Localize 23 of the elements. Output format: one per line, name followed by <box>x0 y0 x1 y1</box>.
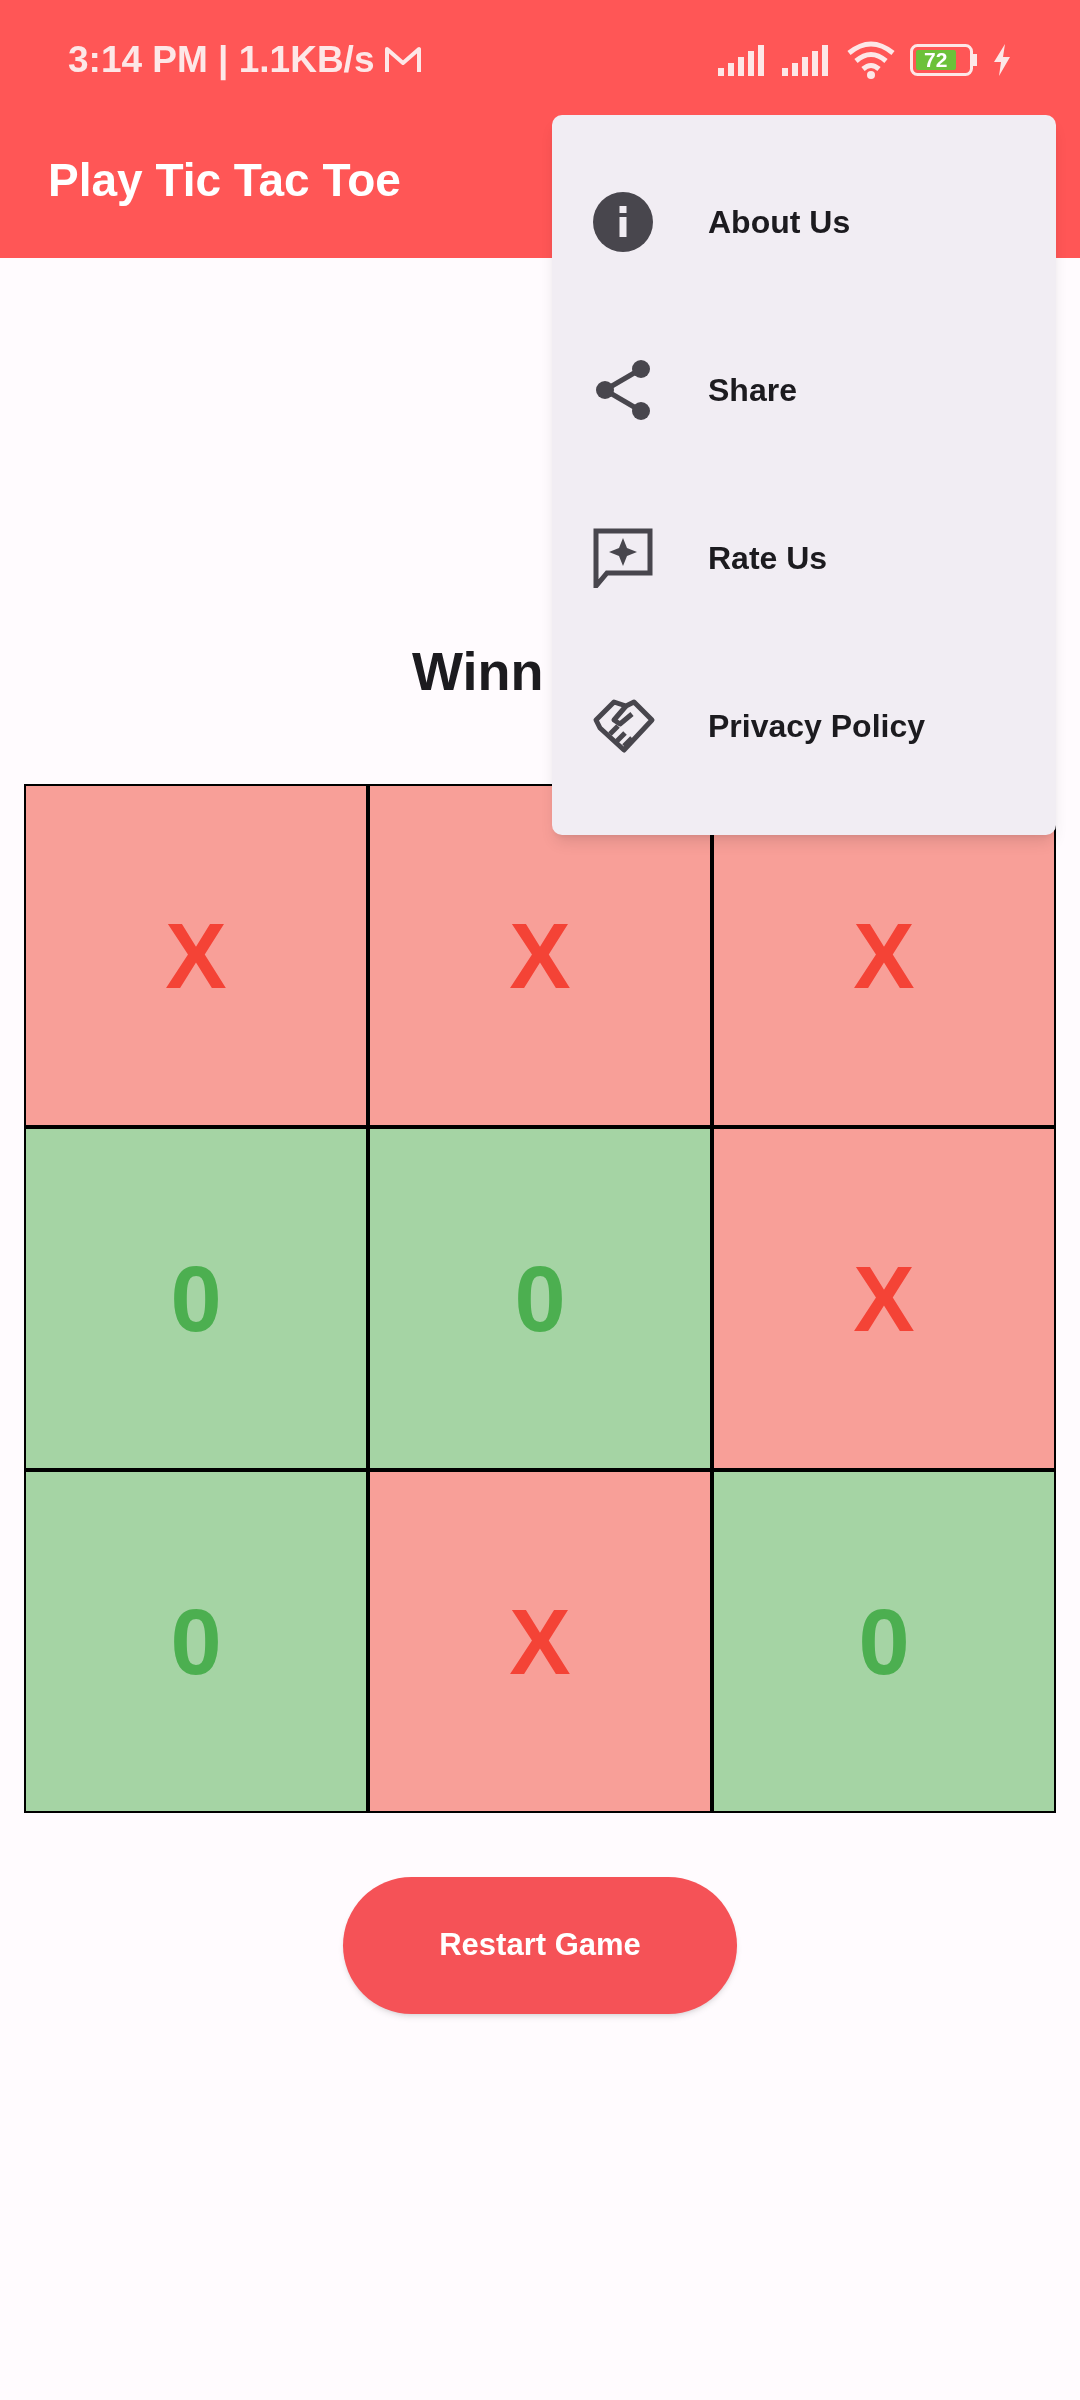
board-cell[interactable]: X <box>714 1129 1054 1468</box>
feedback-star-icon <box>593 528 653 588</box>
board-cell[interactable]: X <box>370 1472 710 1811</box>
board-cell[interactable]: X <box>26 786 366 1125</box>
battery-icon <box>910 43 978 76</box>
status-time: 3:14 PM | 1.1KB/s <box>68 37 375 83</box>
board-cell[interactable]: X <box>370 786 710 1125</box>
app-title: Play Tic Tac Toe <box>48 153 401 208</box>
board-cell[interactable]: 0 <box>26 1129 366 1468</box>
info-icon <box>593 192 653 252</box>
wifi-icon <box>846 40 896 79</box>
share-icon <box>595 360 651 420</box>
menu-item[interactable]: About Us <box>552 138 1056 306</box>
mail-icon <box>384 44 423 75</box>
menu-item[interactable]: Share <box>552 306 1056 474</box>
board-cell[interactable]: 0 <box>370 1129 710 1468</box>
winner-text: Winn <box>412 640 544 703</box>
board-cell[interactable]: 0 <box>714 1472 1054 1811</box>
restart-button[interactable]: Restart Game <box>343 1877 737 2014</box>
board-cell[interactable]: 0 <box>26 1472 366 1811</box>
menu-item[interactable]: Rate Us <box>552 474 1056 642</box>
battery-level: 72 <box>924 46 948 73</box>
charging-icon <box>992 43 1012 76</box>
